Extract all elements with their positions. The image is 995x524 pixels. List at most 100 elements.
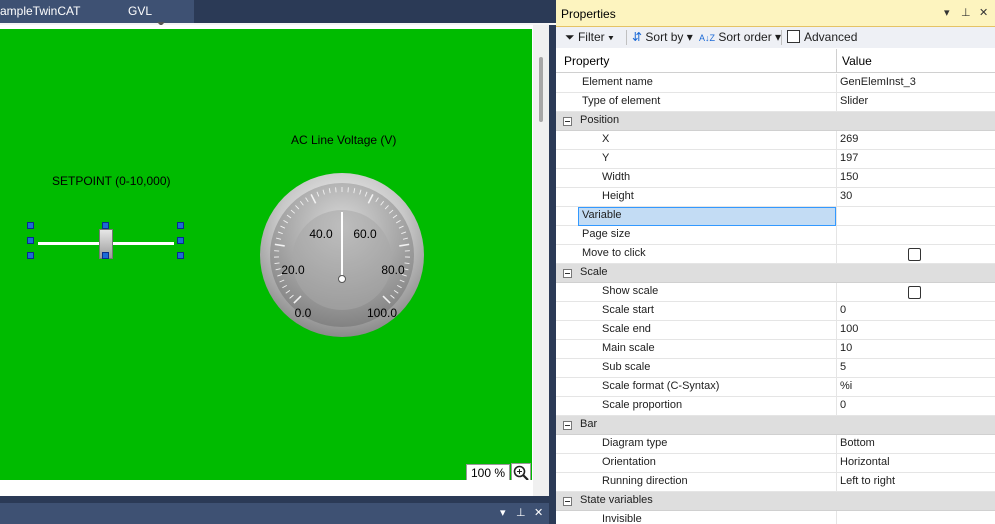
editor-vertical-scrollbar[interactable]: [532, 25, 549, 496]
zoom-level-box[interactable]: 100 %: [466, 464, 510, 480]
category-state-variables[interactable]: State variables: [556, 492, 995, 511]
category-label: Position: [580, 114, 620, 126]
property-row-sub-scale[interactable]: Sub scale 5: [556, 359, 995, 378]
selection-handle-top-left[interactable]: [27, 222, 34, 229]
category-scale[interactable]: Scale: [556, 264, 995, 283]
property-row-y[interactable]: Y 197: [556, 150, 995, 169]
property-name: Orientation: [602, 456, 656, 468]
advanced-checkbox[interactable]: [787, 30, 800, 43]
scrollbar-thumb[interactable]: [539, 57, 543, 122]
property-name: Scale proportion: [602, 399, 683, 411]
selection-handle-bottom-left[interactable]: [27, 252, 34, 259]
tab-sample-twincat[interactable]: ampleTwinCAT: [0, 0, 122, 23]
property-row-scale-proportion[interactable]: Scale proportion 0: [556, 397, 995, 416]
collapse-minus-icon[interactable]: [563, 421, 572, 430]
column-divider: [836, 473, 837, 492]
property-row-height[interactable]: Height 30: [556, 188, 995, 207]
property-value[interactable]: 0: [840, 399, 846, 411]
selection-handle-top-right[interactable]: [177, 222, 184, 229]
column-divider: [836, 207, 837, 226]
property-value[interactable]: 0: [840, 304, 846, 316]
property-value[interactable]: 10: [840, 342, 852, 354]
pin-icon[interactable]: ⊥: [516, 506, 526, 519]
property-row-element-name[interactable]: Element name GenElemInst_3: [556, 74, 995, 93]
property-value[interactable]: GenElemInst_3: [840, 76, 916, 88]
selection-handle-middle-right[interactable]: [177, 237, 184, 244]
column-divider: [836, 511, 837, 524]
property-name: Page size: [582, 228, 631, 240]
close-icon[interactable]: ✕: [534, 506, 543, 519]
property-value[interactable]: Left to right: [840, 475, 895, 487]
gauge-minor-tick: [274, 262, 280, 264]
property-value[interactable]: Slider: [840, 95, 868, 107]
property-row-move-to-click[interactable]: Move to click: [556, 245, 995, 264]
voltage-gauge[interactable]: 0.0 20.0 40.0 60.0 80.0 100.0: [259, 172, 425, 338]
property-name: Variable: [582, 209, 622, 221]
property-value[interactable]: 150: [840, 171, 858, 183]
property-value[interactable]: Bottom: [840, 437, 875, 449]
selection-handle-bottom-center[interactable]: [102, 252, 109, 259]
property-name: Y: [602, 152, 610, 164]
pin-icon[interactable]: ⊥: [961, 6, 971, 19]
property-row-width[interactable]: Width 150: [556, 169, 995, 188]
visualization-canvas[interactable]: SETPOINT (0-10,000) AC Line Voltage (V): [0, 29, 532, 480]
category-position[interactable]: Position: [556, 112, 995, 131]
selection-handle-middle-left[interactable]: [27, 237, 34, 244]
collapse-minus-icon[interactable]: [563, 269, 572, 278]
property-name: Width: [602, 171, 631, 183]
sort-order-button[interactable]: A↓Z Sort order ▾: [699, 30, 781, 44]
sort-by-button[interactable]: ⇵ Sort by ▾: [632, 30, 693, 44]
column-header-value[interactable]: Value: [842, 54, 872, 68]
category-bar[interactable]: Bar: [556, 416, 995, 435]
property-name: Scale start: [602, 304, 654, 316]
selection-handle-top-center[interactable]: [102, 222, 109, 229]
column-divider[interactable]: [836, 49, 837, 73]
sort-order-label: Sort order: [718, 30, 772, 44]
zoom-magnifier-button[interactable]: [511, 463, 531, 480]
property-name: Element name: [582, 76, 653, 88]
property-row-variable[interactable]: Variable: [556, 207, 995, 226]
gauge-tick-label: 100.0: [367, 306, 397, 320]
property-name: Diagram type: [602, 437, 668, 449]
property-row-scale-start[interactable]: Scale start 0: [556, 302, 995, 321]
property-row-orientation[interactable]: Orientation Horizontal: [556, 454, 995, 473]
property-value[interactable]: 5: [840, 361, 846, 373]
property-value[interactable]: 269: [840, 133, 858, 145]
pin-dropdown-icon[interactable]: ▾: [944, 6, 950, 19]
property-row-page-size[interactable]: Page size: [556, 226, 995, 245]
dropdown-arrow-icon[interactable]: ▾: [500, 506, 506, 519]
property-row-running-direction[interactable]: Running direction Left to right: [556, 473, 995, 492]
property-value[interactable]: %i: [840, 380, 852, 392]
property-value[interactable]: 30: [840, 190, 852, 202]
property-name: Move to click: [582, 247, 646, 259]
tab-gvl[interactable]: GVL: [122, 0, 194, 23]
property-row-scale-format-c-syntax[interactable]: Scale format (C-Syntax) %i: [556, 378, 995, 397]
collapse-minus-icon[interactable]: [563, 497, 572, 506]
filter-button[interactable]: ⏷ Filter ▾: [565, 30, 614, 45]
collapse-minus-icon[interactable]: [563, 117, 572, 126]
property-value-checkbox[interactable]: [908, 286, 921, 299]
property-name: Sub scale: [602, 361, 651, 373]
property-value[interactable]: Horizontal: [840, 456, 890, 468]
property-row-x[interactable]: X 269: [556, 131, 995, 150]
column-header-property[interactable]: Property: [564, 54, 609, 68]
property-name: Type of element: [582, 95, 661, 107]
properties-toolbar: ⏷ Filter ▾ ⇵ Sort by ▾ A↓Z Sort order ▾ …: [556, 27, 995, 48]
selection-handle-bottom-right[interactable]: [177, 252, 184, 259]
property-value[interactable]: 197: [840, 152, 858, 164]
property-value[interactable]: 100: [840, 323, 858, 335]
property-row-show-scale[interactable]: Show scale: [556, 283, 995, 302]
gauge-title-label: AC Line Voltage (V): [291, 133, 397, 147]
property-value-checkbox[interactable]: [908, 248, 921, 261]
property-row-diagram-type[interactable]: Diagram type Bottom: [556, 435, 995, 454]
property-row-scale-end[interactable]: Scale end 100: [556, 321, 995, 340]
property-row-main-scale[interactable]: Main scale 10: [556, 340, 995, 359]
column-divider: [836, 397, 837, 416]
property-name: Main scale: [602, 342, 655, 354]
gauge-tick-label: 60.0: [353, 227, 377, 241]
property-row-invisible[interactable]: Invisible: [556, 511, 995, 524]
close-icon[interactable]: ✕: [979, 6, 988, 19]
category-label: State variables: [580, 494, 653, 506]
property-name: Running direction: [602, 475, 688, 487]
property-row-type-of-element[interactable]: Type of element Slider: [556, 93, 995, 112]
